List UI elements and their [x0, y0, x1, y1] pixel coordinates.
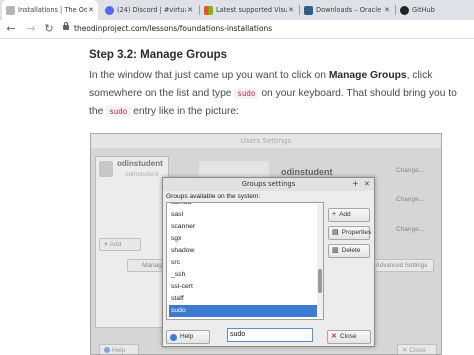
tab-downloads-oracle[interactable]: Downloads – Oracle V ✕	[300, 0, 394, 20]
list-item[interactable]: sgx	[169, 233, 319, 245]
inline-code-sudo: sudo	[234, 88, 259, 99]
tab-close-icon[interactable]: ✕	[186, 6, 194, 14]
advanced-settings-button[interactable]: Advanced Settings	[369, 259, 434, 272]
properties-icon: ▤	[332, 229, 339, 236]
tab-label: (24) Discord | #virtual	[117, 6, 186, 14]
manage-groups-button[interactable]: Manag	[127, 259, 163, 272]
user-name-sub: odinstudent	[125, 171, 159, 178]
group-add-button[interactable]: + Add	[328, 208, 370, 222]
groups-list-label: Groups available on the system:	[166, 193, 261, 200]
help-icon	[170, 333, 177, 341]
tab-close-icon[interactable]: ✕	[287, 6, 295, 14]
trash-icon: ▥	[332, 247, 339, 254]
text: entry like in the picture:	[130, 106, 239, 117]
text: In the window that just came up you want…	[89, 70, 329, 81]
text: the	[89, 106, 107, 117]
list-item[interactable]: shadow	[169, 245, 319, 257]
page-heading: Step 3.2: Manage Groups	[89, 49, 228, 61]
tab-close-icon[interactable]: ✕	[383, 6, 391, 14]
lock-icon[interactable]	[63, 22, 69, 30]
emphasis-manage-groups: Manage Groups	[328, 70, 407, 81]
list-item[interactable]: sasl	[169, 209, 319, 221]
tab-label: Installations | The Odin	[18, 6, 87, 14]
delete-label: Delete	[341, 247, 361, 254]
dialog-close-icon[interactable]: ✕	[364, 180, 370, 188]
manage-label: Manag	[142, 262, 162, 269]
virtualbox-favicon-icon	[304, 5, 313, 15]
groups-dialog-title: Groups settings	[163, 178, 374, 191]
groups-list[interactable]: samba sasl scanner sgx shadow src _ssh s…	[166, 202, 324, 320]
tab-discord[interactable]: (24) Discord | #virtual ✕	[101, 0, 197, 20]
maximize-icon[interactable]: +	[352, 179, 359, 188]
change-type-link[interactable]: Change...	[396, 226, 424, 233]
add-label: Add	[339, 211, 351, 218]
browser-toolbar: ← → ↻ theodinproject.com/lessons/foundat…	[0, 20, 474, 39]
change-name-link[interactable]: Change...	[396, 167, 424, 174]
list-item-selected[interactable]: sudo	[169, 305, 319, 317]
advanced-settings-label: Advanced Settings	[375, 262, 428, 269]
groups-settings-dialog: Groups settings + ✕ Groups available on …	[162, 177, 375, 347]
tab-label: Downloads – Oracle V	[316, 6, 383, 14]
group-properties-button[interactable]: ▤ Properties	[328, 226, 372, 240]
groups-dialog-title-text: Groups settings	[241, 180, 296, 188]
properties-label: Properties	[341, 229, 372, 236]
user-name: odinstudent	[117, 159, 163, 168]
instruction-line-3: the sudo entry like in the picture:	[89, 106, 239, 117]
microsoft-favicon-icon	[204, 5, 213, 15]
tab-close-icon[interactable]: ✕	[87, 6, 95, 14]
tab-label: Latest supported Visu	[216, 6, 287, 14]
help-label: Help	[180, 333, 194, 340]
groups-close-button[interactable]: ✕ Close	[327, 330, 371, 344]
groups-scrollbar-thumb[interactable]	[318, 269, 322, 293]
list-item[interactable]: _ssh	[169, 269, 319, 281]
instruction-line-1: In the window that just came up you want…	[89, 70, 432, 81]
text: somewhere on the list and type	[89, 88, 235, 99]
forward-arrow-icon[interactable]: →	[24, 22, 38, 36]
users-settings-title: Users Settings	[91, 134, 441, 148]
instruction-line-2: somewhere on the list and type sudo on y…	[89, 88, 457, 99]
close-icon: ✕	[331, 333, 337, 340]
tab-installations[interactable]: Installations | The Odin ✕	[2, 0, 98, 20]
detail-user-name: odinstudent	[281, 167, 333, 177]
odin-favicon-icon	[6, 5, 15, 15]
tab-github[interactable]: GitHub	[396, 0, 472, 20]
group-search-input[interactable]: sudo	[227, 328, 313, 342]
reload-icon[interactable]: ↻	[42, 22, 56, 36]
add-label: Add	[109, 241, 122, 248]
tab-label: GitHub	[412, 6, 435, 14]
users-close-button[interactable]: ✕ Close	[397, 344, 437, 354]
tab-visual-studio[interactable]: Latest supported Visu ✕	[200, 0, 298, 20]
list-item[interactable]: samba	[169, 203, 319, 209]
user-avatar	[99, 161, 113, 177]
list-item[interactable]: scanner	[169, 221, 319, 233]
github-favicon-icon	[400, 5, 409, 15]
browser-tab-bar: Installations | The Odin ✕ (24) Discord …	[0, 0, 474, 20]
group-delete-button[interactable]: ▥ Delete	[328, 244, 370, 258]
address-bar[interactable]: theodinproject.com/lessons/foundations-i…	[74, 23, 272, 35]
back-arrow-icon[interactable]: ←	[4, 22, 18, 36]
close-label: Close	[339, 333, 357, 340]
groups-help-button[interactable]: Help	[166, 330, 210, 344]
users-help-button[interactable]: Help	[99, 344, 139, 354]
plus-icon: +	[332, 211, 337, 218]
list-item[interactable]: ssl-cert	[169, 281, 319, 293]
list-item[interactable]: staff	[169, 293, 319, 305]
discord-favicon-icon	[105, 5, 114, 15]
text: on your keyboard. That should bring you …	[258, 88, 457, 99]
change-password-link[interactable]: Change...	[396, 196, 424, 203]
add-user-button[interactable]: + Add	[99, 238, 141, 251]
inline-code-sudo: sudo	[106, 106, 131, 117]
help-icon	[104, 347, 110, 354]
text: , click	[406, 70, 433, 81]
list-item[interactable]: src	[169, 257, 319, 269]
groups-scrollbar[interactable]	[317, 204, 323, 318]
